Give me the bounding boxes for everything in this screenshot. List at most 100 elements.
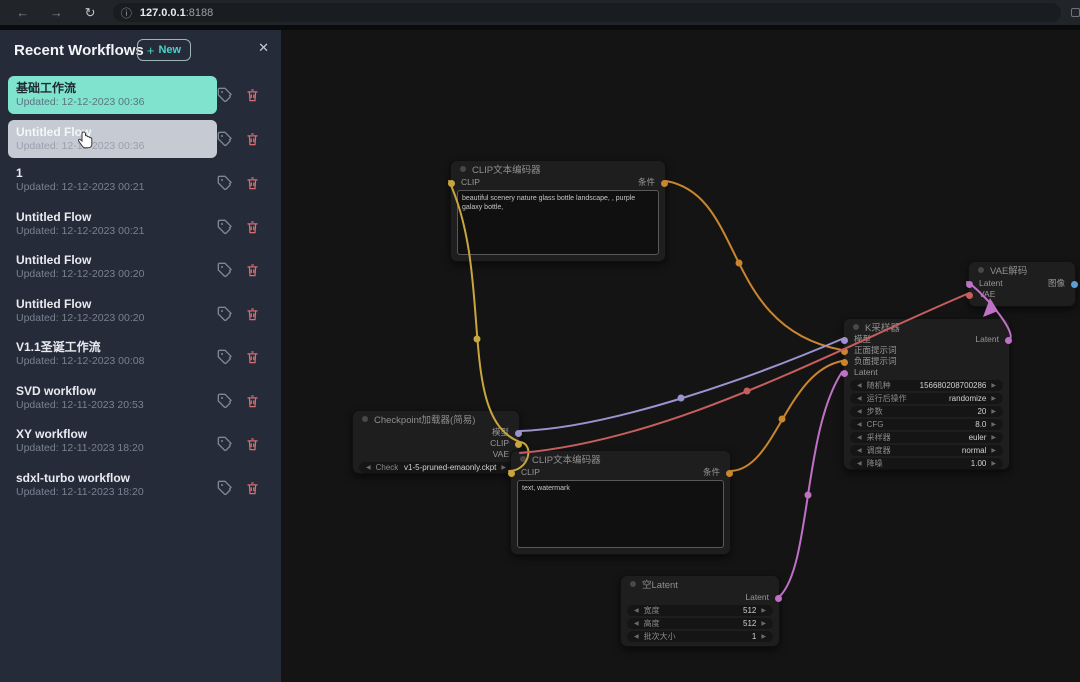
workflow-list-item[interactable]: 1 Updated: 12-12-2023 00:21 [0, 164, 281, 202]
workflow-list-item[interactable]: Untitled Flow Updated: 12-12-2023 00:20 [0, 251, 281, 289]
node-header[interactable]: K采样器 [844, 319, 1009, 334]
trash-icon[interactable] [245, 349, 260, 365]
plus-icon: + [146, 42, 155, 58]
workflow-list-item[interactable]: sdxl-turbo workflow Updated: 12-11-2023 … [0, 469, 281, 507]
workflow-list-item[interactable]: Untitled Flow Updated: 12-12-2023 00:21 [0, 208, 281, 246]
seed-widget[interactable]: 随机种 156680208700286 [850, 380, 1003, 392]
conditioning-output-port[interactable] [726, 469, 733, 477]
width-widget[interactable]: 宽度 512 [627, 605, 773, 616]
port-row: CLIP 条件 [448, 177, 668, 188]
prompt-textarea[interactable]: beautiful scenery nature glass bottle la… [457, 190, 659, 255]
node-checkpoint-loader[interactable]: Checkpoint加载器(简易) 模型 CLIP VAE Checkpoint… [352, 410, 522, 474]
denoise-widget[interactable]: 降噪 1.00 [850, 458, 1003, 469]
clip-output-port[interactable] [515, 440, 522, 448]
trash-icon[interactable] [245, 306, 260, 322]
trash-icon[interactable] [245, 480, 260, 496]
collapse-dot-icon[interactable] [362, 416, 368, 422]
port-row: 正面提示词 [841, 345, 1009, 356]
control-after-generate-widget[interactable]: 运行后操作 randomize [850, 393, 1003, 405]
workflow-list-item[interactable]: Untitled Flow Updated: 12-12-2023 00:20 [0, 295, 281, 333]
workflow-title: V1.1圣诞工作流 [16, 340, 101, 354]
latent-input-port[interactable] [841, 369, 848, 377]
tag-icon[interactable] [217, 393, 233, 409]
tag-icon[interactable] [217, 436, 233, 452]
workflow-updated: Updated: 12-12-2023 00:36 [16, 96, 145, 108]
latent-output-port[interactable] [1005, 336, 1012, 344]
model-input-port[interactable] [841, 336, 848, 344]
height-widget[interactable]: 高度 512 [627, 618, 773, 629]
node-header[interactable]: VAE解码 [969, 262, 1075, 278]
workflow-list-item[interactable]: Untitled Flow Updated: 12-12-2023 00:36 [0, 120, 281, 158]
positive-input-port[interactable] [841, 347, 848, 355]
site-info-icon[interactable]: ⓘ [121, 5, 132, 21]
tag-icon[interactable] [217, 349, 233, 365]
conditioning-output-port[interactable] [661, 179, 668, 187]
new-workflow-button[interactable]: + New [137, 39, 191, 61]
node-clip-text-encode-positive[interactable]: CLIP文本编码器 CLIP 条件 beautiful scenery natu… [448, 160, 668, 262]
trash-icon[interactable] [245, 87, 260, 103]
batch-size-widget[interactable]: 批次大小 1 [627, 631, 773, 642]
forward-icon[interactable]: → [46, 5, 68, 20]
scheduler-widget[interactable]: 调度器 normal [850, 445, 1003, 456]
link-midpoint-dot [804, 491, 812, 499]
tag-icon[interactable] [217, 175, 233, 191]
latent-input-port[interactable] [966, 280, 973, 288]
node-graph-canvas[interactable]: CLIP文本编码器 CLIP 条件 beautiful scenery natu… [281, 30, 1080, 682]
port-row: 模型 Latent [841, 334, 1012, 345]
negative-input-port[interactable] [841, 358, 848, 366]
node-header[interactable]: CLIP文本编码器 [451, 161, 665, 177]
close-panel-icon[interactable]: ✕ [258, 40, 269, 56]
vae-input-label: VAE [979, 289, 996, 299]
model-output-port[interactable] [515, 429, 522, 437]
clip-input-port[interactable] [448, 179, 455, 187]
tag-icon[interactable] [217, 262, 233, 278]
collapse-dot-icon[interactable] [460, 166, 466, 172]
workflow-list-item[interactable]: XY workflow Updated: 12-11-2023 18:20 [0, 425, 281, 463]
image-output-port[interactable] [1071, 280, 1078, 288]
node-vae-decode[interactable]: VAE解码 Latent 图像 VAE [966, 261, 1078, 307]
tag-icon[interactable] [217, 306, 233, 322]
collapse-dot-icon[interactable] [853, 323, 859, 330]
workflow-card-selected[interactable]: 基础工作流 Updated: 12-12-2023 00:36 [8, 76, 217, 114]
sampler-widget[interactable]: 采样器 euler [850, 432, 1003, 443]
node-clip-text-encode-negative[interactable]: CLIP文本编码器 CLIP 条件 text, watermark [508, 450, 733, 555]
widget-value: 20 [977, 407, 987, 417]
trash-icon[interactable] [245, 262, 260, 278]
tag-icon[interactable] [217, 480, 233, 496]
collapse-dot-icon[interactable] [978, 267, 984, 273]
workflow-list-item[interactable]: 基础工作流 Updated: 12-12-2023 00:36 [0, 76, 281, 114]
node-header[interactable]: CLIP文本编码器 [511, 451, 730, 467]
cfg-widget[interactable]: CFG 8.0 [850, 419, 1003, 430]
tag-icon[interactable] [217, 87, 233, 103]
vae-input-port[interactable] [966, 291, 973, 299]
tag-icon[interactable] [217, 219, 233, 235]
workflow-list-item[interactable]: SVD workflow Updated: 12-11-2023 20:53 [0, 382, 281, 420]
trash-icon[interactable] [245, 436, 260, 452]
clip-input-port[interactable] [508, 469, 515, 477]
ckpt-name-widget[interactable]: Checkpoint名称 v1-5-pruned-emaonly.ckpt [359, 462, 513, 473]
widget-label: 降噪 [866, 459, 883, 468]
collapse-dot-icon[interactable] [630, 581, 636, 587]
browser-extension-icon[interactable] [1071, 8, 1080, 17]
address-bar[interactable]: ⓘ 127.0.0.1 :8188 [112, 3, 1062, 22]
workflow-updated: Updated: 12-12-2023 00:36 [16, 140, 145, 152]
model-output-label: 模型 [491, 427, 509, 437]
node-ksampler[interactable]: K采样器 模型 Latent 正面提示词 负面提示词 Latent 随机种 15… [841, 318, 1012, 470]
reload-icon[interactable]: ↻ [79, 5, 101, 21]
steps-widget[interactable]: 步数 20 [850, 406, 1003, 418]
trash-icon[interactable] [245, 393, 260, 409]
port-row: Latent [841, 367, 1009, 378]
node-header[interactable]: Checkpoint加载器(简易) [353, 411, 519, 427]
node-empty-latent[interactable]: 空Latent Latent 宽度 512 高度 512 批次大小 1 [620, 575, 782, 647]
prompt-textarea[interactable]: text, watermark [517, 480, 724, 548]
trash-icon[interactable] [245, 175, 260, 191]
workflow-list-item[interactable]: V1.1圣诞工作流 Updated: 12-12-2023 00:08 [0, 338, 281, 376]
workflow-card-dragging[interactable]: Untitled Flow Updated: 12-12-2023 00:36 [8, 120, 217, 158]
trash-icon[interactable] [245, 131, 260, 147]
trash-icon[interactable] [245, 219, 260, 235]
back-icon[interactable]: ← [12, 5, 34, 20]
node-header[interactable]: 空Latent [621, 576, 779, 592]
collapse-dot-icon[interactable] [520, 456, 526, 462]
latent-output-port[interactable] [775, 594, 782, 602]
tag-icon[interactable] [217, 131, 233, 147]
